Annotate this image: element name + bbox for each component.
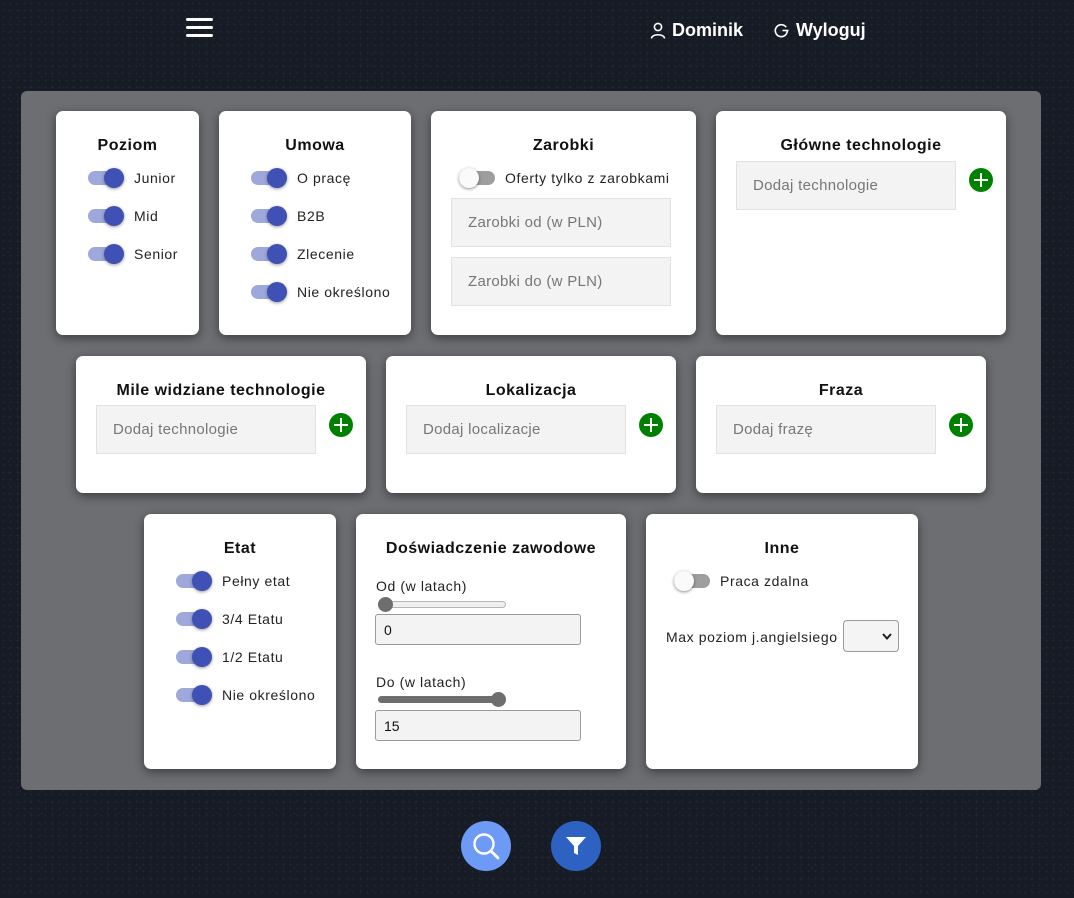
level-mid-toggle[interactable]: Mid — [88, 206, 158, 226]
search-icon — [473, 833, 500, 860]
toggle-switch[interactable] — [88, 168, 124, 188]
nice-tech-input[interactable]: Dodaj technologie — [96, 405, 316, 454]
toggle-switch[interactable] — [674, 571, 710, 591]
toggle-switch[interactable] — [251, 244, 287, 264]
salary-title: Zarobki — [532, 137, 595, 154]
toggle-switch[interactable] — [459, 168, 495, 188]
search-button[interactable] — [461, 821, 511, 871]
salary-from-input[interactable]: Zarobki od (w PLN) — [451, 198, 671, 247]
toggle-label: Zlecenie — [297, 246, 355, 262]
logout-label: Wyloguj — [796, 20, 866, 40]
english-level-label: Max poziom j.angielsiego — [666, 629, 838, 645]
experience-from-slider[interactable] — [378, 597, 506, 612]
toggle-switch[interactable] — [251, 282, 287, 302]
salary-only-toggle[interactable]: Oferty tylko z zarobkami — [459, 168, 670, 188]
add-phrase-button[interactable] — [949, 413, 973, 437]
main-tech-placeholder: Dodaj technologie — [753, 177, 879, 194]
experience-to-slider[interactable] — [378, 692, 506, 707]
toggle-label: B2B — [297, 208, 326, 224]
nice-tech-card: Mile widziane technologie Dodaj technolo… — [76, 356, 366, 493]
filter-button[interactable] — [551, 821, 601, 871]
contract-unspecified-toggle[interactable]: Nie określono — [251, 282, 390, 302]
hamburger-menu-icon[interactable] — [186, 18, 214, 40]
contract-mandate-toggle[interactable]: Zlecenie — [251, 244, 355, 264]
toggle-label: 1/2 Etatu — [222, 649, 284, 665]
nice-tech-placeholder: Dodaj technologie — [113, 421, 239, 438]
salary-to-placeholder: Zarobki do (w PLN) — [468, 273, 603, 290]
salary-card: Zarobki Oferty tylko z zarobkami Zarobki… — [431, 111, 696, 335]
experience-to-input[interactable]: 15 — [375, 710, 581, 741]
employment-three-quarter-toggle[interactable]: 3/4 Etatu — [176, 609, 283, 629]
nice-tech-title: Mile widziane technologie — [116, 382, 326, 399]
english-level-select[interactable] — [843, 620, 899, 652]
level-card: Poziom Junior Mid Senior — [56, 111, 199, 335]
location-card: Lokalizacja Dodaj localizacje — [386, 356, 676, 493]
toggle-switch[interactable] — [176, 571, 212, 591]
add-nice-tech-button[interactable] — [329, 413, 353, 437]
location-placeholder: Dodaj localizacje — [423, 421, 541, 438]
toggle-label: Oferty tylko z zarobkami — [505, 170, 670, 186]
toggle-label: Nie określono — [222, 687, 316, 703]
employment-card: Etat Pełny etat 3/4 Etatu 1/2 Etatu Nie … — [144, 514, 336, 769]
toggle-switch[interactable] — [176, 647, 212, 667]
phrase-input[interactable]: Dodaj frazę — [716, 405, 936, 454]
filter-icon — [566, 837, 586, 855]
location-title: Lokalizacja — [485, 382, 577, 399]
toggle-label: 3/4 Etatu — [222, 611, 284, 627]
toggle-switch[interactable] — [251, 206, 287, 226]
main-tech-card: Główne technologie Dodaj technologie — [716, 111, 1006, 335]
employment-half-toggle[interactable]: 1/2 Etatu — [176, 647, 283, 667]
experience-from-label: Od (w latach) — [376, 578, 468, 594]
logout-icon — [774, 23, 789, 38]
employment-title: Etat — [223, 540, 257, 557]
toggle-label: Junior — [134, 170, 176, 186]
phrase-placeholder: Dodaj frazę — [733, 421, 814, 438]
level-senior-toggle[interactable]: Senior — [88, 244, 178, 264]
toggle-label: Nie określono — [297, 284, 391, 300]
location-input[interactable]: Dodaj localizacje — [406, 405, 626, 454]
salary-to-input[interactable]: Zarobki do (w PLN) — [451, 257, 671, 306]
toggle-label: Mid — [134, 208, 159, 224]
user-profile-link[interactable]: Dominik — [650, 20, 743, 41]
experience-from-input[interactable]: 0 — [375, 614, 581, 645]
other-title: Inne — [764, 540, 800, 557]
toggle-label: Pełny etat — [222, 573, 291, 589]
contract-title: Umowa — [285, 137, 345, 154]
user-icon — [650, 22, 666, 39]
employment-full-toggle[interactable]: Pełny etat — [176, 571, 290, 591]
experience-from-value: 0 — [384, 621, 392, 638]
other-card: Inne Praca zdalna Max poziom j.angielsie… — [646, 514, 918, 769]
toggle-switch[interactable] — [88, 206, 124, 226]
level-title: Poziom — [97, 137, 158, 154]
add-main-tech-button[interactable] — [969, 168, 993, 192]
toggle-switch[interactable] — [251, 168, 287, 188]
toggle-switch[interactable] — [176, 685, 212, 705]
contract-card: Umowa O pracę B2B Zlecenie Nie określono — [219, 111, 411, 335]
experience-title: Doświadczenie zawodowe — [385, 540, 597, 557]
logout-button[interactable]: Wyloguj — [773, 20, 866, 41]
chevron-down-icon — [882, 633, 892, 640]
user-name: Dominik — [672, 20, 744, 40]
employment-unspecified-toggle[interactable]: Nie określono — [176, 685, 315, 705]
experience-card: Doświadczenie zawodowe Od (w latach) 0 D… — [356, 514, 626, 769]
salary-from-placeholder: Zarobki od (w PLN) — [468, 214, 603, 231]
add-location-button[interactable] — [639, 413, 663, 437]
experience-to-label: Do (w latach) — [376, 674, 467, 690]
phrase-card: Fraza Dodaj frazę — [696, 356, 986, 493]
contract-b2b-toggle[interactable]: B2B — [251, 206, 325, 226]
main-tech-input[interactable]: Dodaj technologie — [736, 161, 956, 210]
phrase-title: Fraza — [818, 382, 864, 399]
contract-employment-toggle[interactable]: O pracę — [251, 168, 351, 188]
toggle-switch[interactable] — [176, 609, 212, 629]
level-junior-toggle[interactable]: Junior — [88, 168, 176, 188]
slider-thumb[interactable] — [378, 597, 393, 612]
toggle-label: Senior — [134, 246, 179, 262]
toggle-label: Praca zdalna — [720, 573, 809, 589]
toggle-label: O pracę — [297, 170, 351, 186]
experience-to-value: 15 — [384, 717, 400, 734]
remote-work-toggle[interactable]: Praca zdalna — [674, 571, 809, 591]
toggle-switch[interactable] — [88, 244, 124, 264]
main-tech-title: Główne technologie — [780, 137, 942, 154]
slider-thumb[interactable] — [491, 692, 506, 707]
